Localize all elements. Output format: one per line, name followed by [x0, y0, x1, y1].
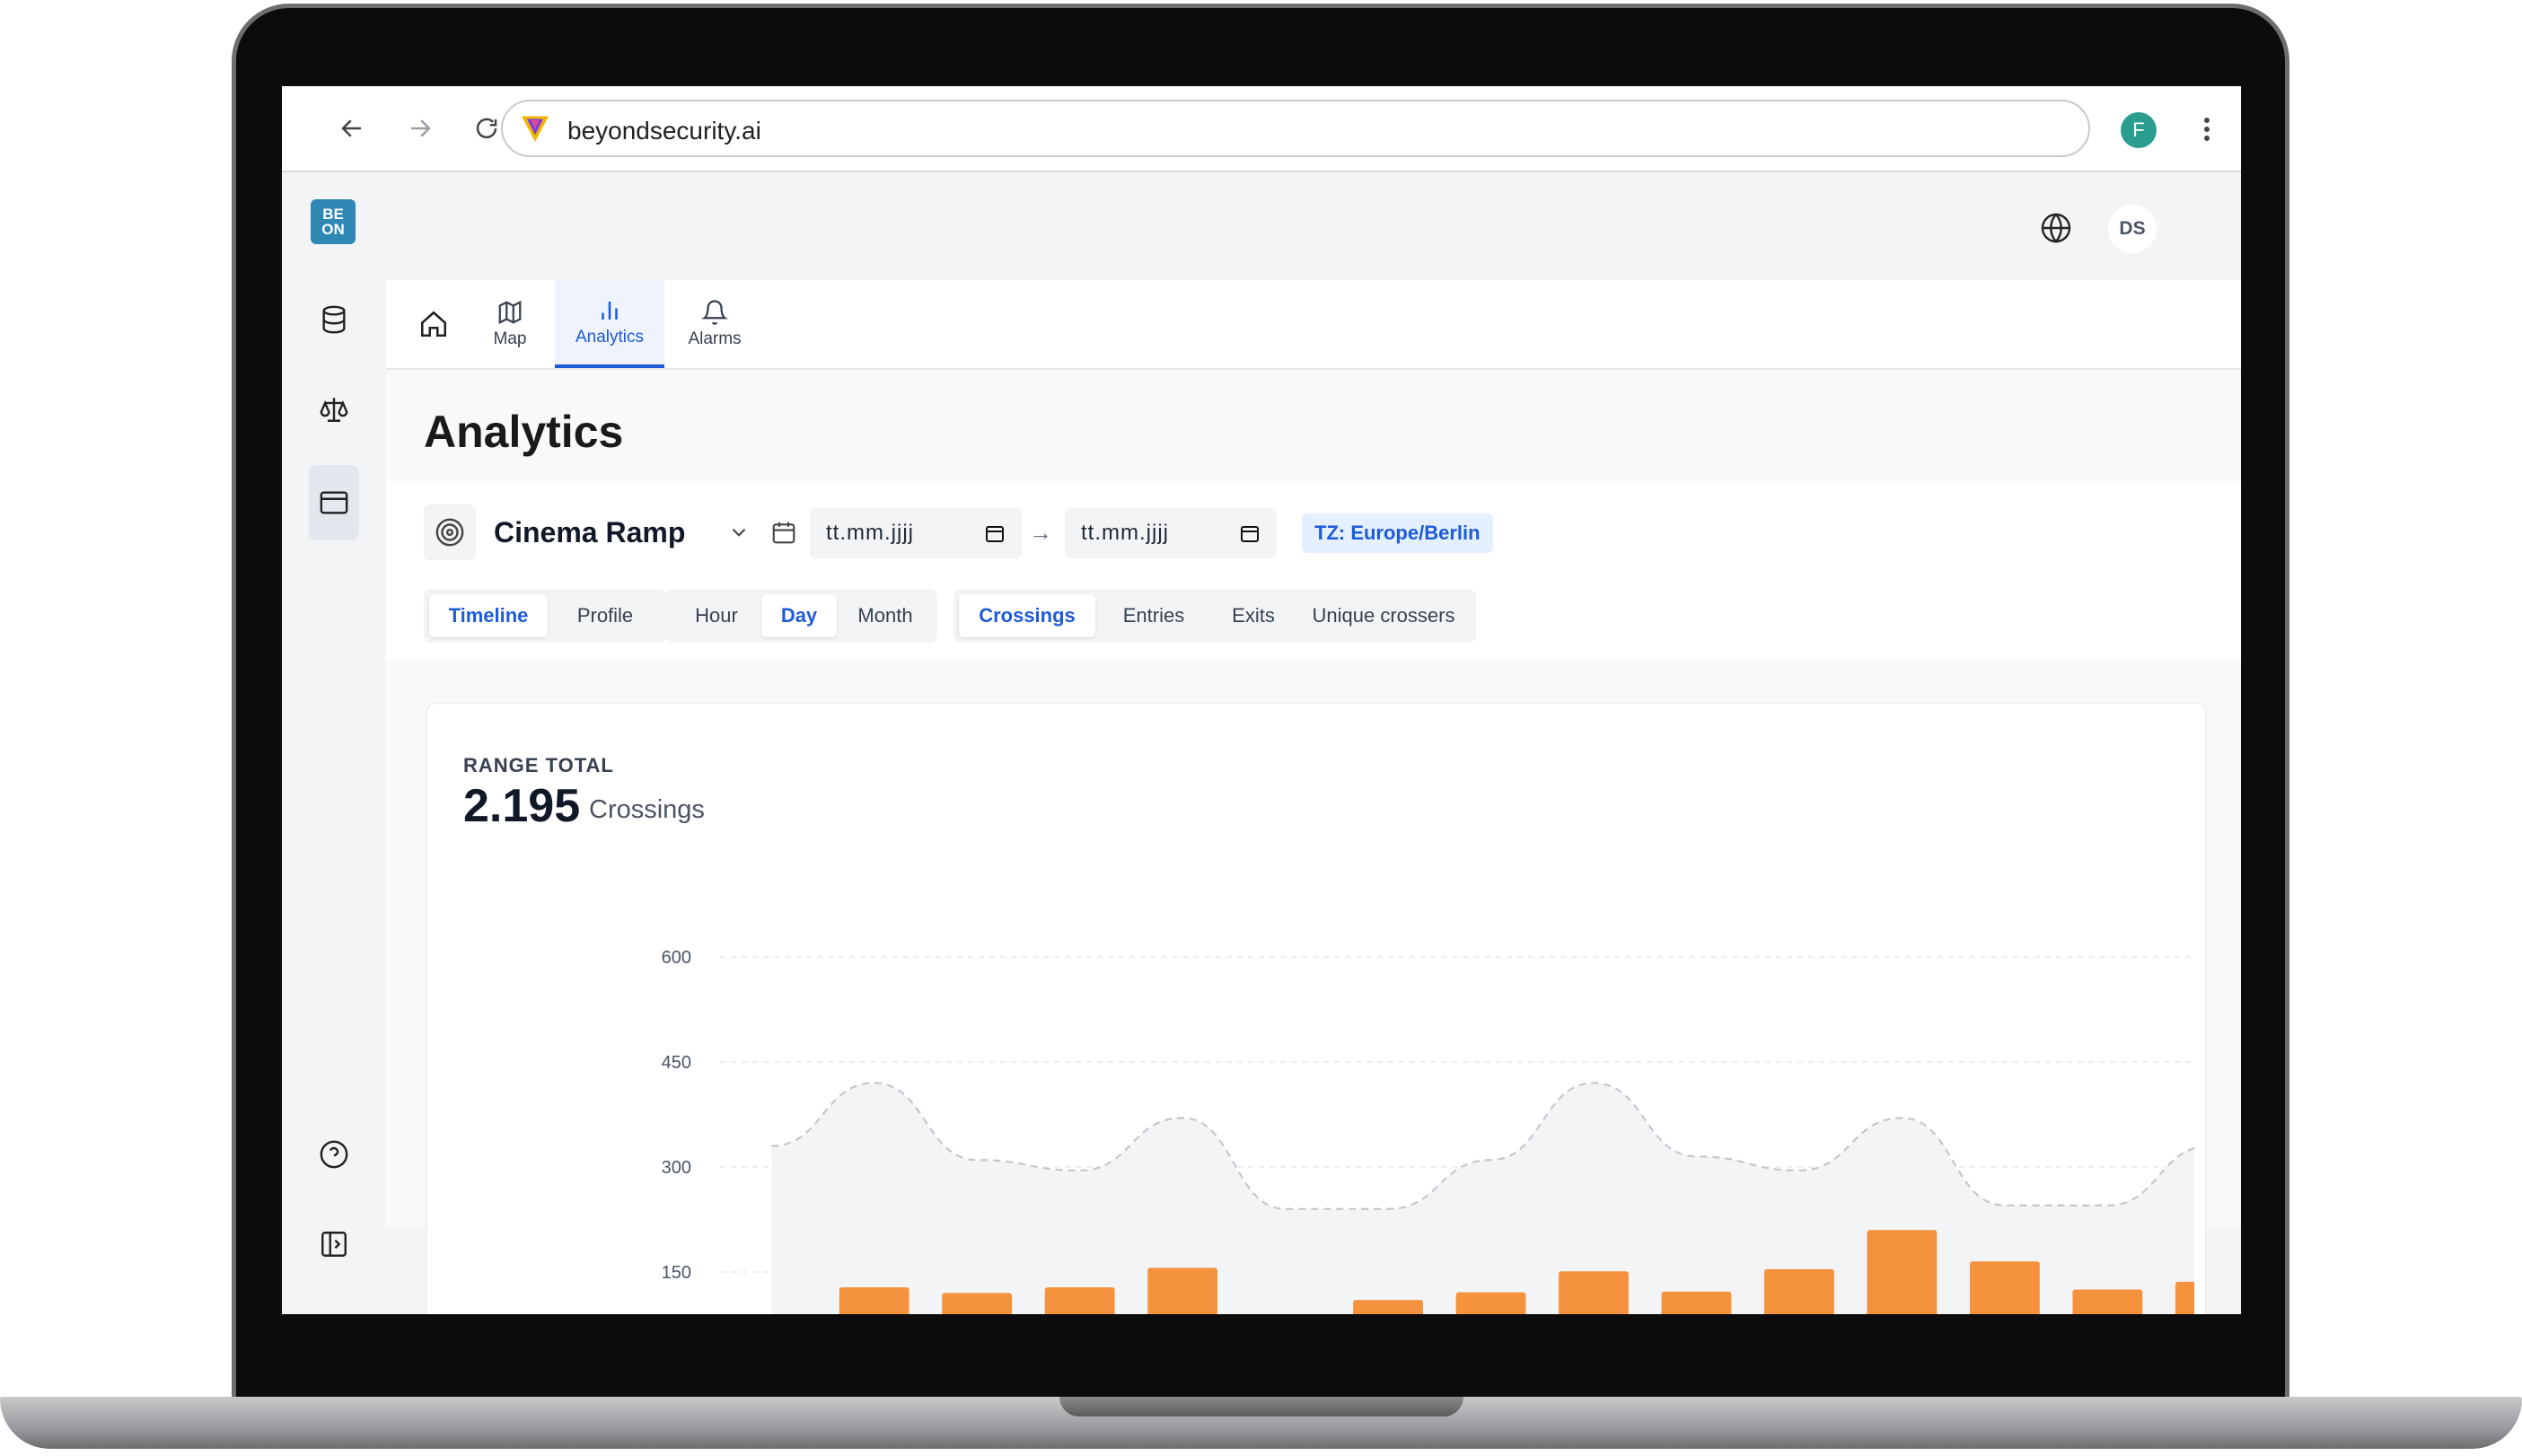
tab-analytics-label: Analytics [575, 328, 645, 346]
bar [1764, 1268, 1834, 1314]
bar [1867, 1230, 1938, 1314]
tab-map[interactable]: Map [474, 280, 546, 368]
tab-alarms-label: Alarms [688, 329, 742, 348]
y-tick-label: 150 [662, 1263, 691, 1283]
date-range-arrow: → [1029, 519, 1052, 546]
site-selector[interactable]: Cinema Ramp [424, 504, 767, 560]
arrow-left-icon [341, 119, 361, 137]
tab-map-label: Map [493, 329, 527, 348]
date-to-input[interactable]: tt.mm.jjjj [1065, 508, 1277, 558]
bar [1147, 1267, 1218, 1314]
bar [2175, 1281, 2194, 1314]
user-avatar[interactable]: DS [2108, 205, 2157, 253]
metric-entries[interactable]: Entries [1099, 594, 1208, 637]
tab-analytics[interactable]: Analytics [555, 280, 664, 368]
tab-bar: Map Analytics Alarms [386, 280, 2241, 370]
browser-toolbar: beyondsecurity.ai F [282, 86, 2241, 172]
date-from-input[interactable]: tt.mm.jjjj [810, 508, 1022, 558]
screen: beyondsecurity.ai F BE ON DS Map Analyti… [282, 86, 2241, 1314]
bar [839, 1287, 910, 1314]
bar [1559, 1271, 1629, 1314]
bar [1661, 1291, 1732, 1314]
arrow-right-icon [411, 119, 431, 137]
calendar-icon [772, 522, 795, 544]
database-icon [322, 305, 346, 334]
logo-text-top: BE [322, 206, 344, 223]
granularity-toggle: Hour Day Month [666, 589, 937, 643]
granularity-hour[interactable]: Hour [673, 594, 760, 637]
sidebar-item-dashboard[interactable] [309, 465, 359, 540]
address-bar[interactable]: beyondsecurity.ai [501, 100, 2090, 157]
bar [1044, 1287, 1115, 1314]
chevron-down-icon [732, 528, 746, 537]
sidebar-toggle-icon [321, 1232, 347, 1257]
site-favicon-icon [522, 116, 549, 142]
bell-icon [701, 300, 728, 325]
app-logo[interactable]: BE ON [311, 199, 356, 244]
crossings-bar-chart: 01503004506002026-06-08T22:00:00+00:0020… [662, 948, 2194, 1314]
y-tick-label: 300 [662, 1158, 691, 1178]
back-button[interactable] [330, 107, 373, 150]
range-total-label: RANGE TOTAL [463, 754, 614, 776]
language-button[interactable] [2036, 208, 2076, 248]
view-toggle: Timeline Profile [424, 589, 666, 643]
reload-icon [476, 118, 497, 139]
target-icon [435, 518, 464, 547]
target-icon-wrap [424, 504, 476, 560]
tab-home[interactable] [408, 280, 460, 368]
sidebar-collapse-button[interactable] [309, 1219, 359, 1269]
sidebar-item-help[interactable] [309, 1129, 359, 1180]
bar [1969, 1261, 2040, 1314]
browser-window-icon [320, 491, 348, 514]
granularity-day[interactable]: Day [761, 594, 837, 637]
bar-chart-icon [602, 302, 618, 320]
y-tick-label: 600 [662, 948, 691, 968]
granularity-month[interactable]: Month [839, 594, 932, 637]
date-to-value: tt.mm.jjjj [1081, 521, 1169, 545]
y-tick-label: 450 [662, 1053, 691, 1073]
calendar-picker-icon[interactable] [1239, 522, 1261, 544]
range-total-unit: Crossings [589, 795, 705, 824]
metric-toggle: Crossings Entries Exits Unique crossers [953, 589, 1476, 643]
range-total-value: 2.195 [463, 780, 581, 832]
map-icon [498, 300, 522, 325]
metric-crossings[interactable]: Crossings [959, 594, 1095, 637]
logo-text-bottom: ON [321, 221, 345, 238]
view-profile[interactable]: Profile [549, 594, 661, 637]
browser-profile-avatar[interactable]: F [2121, 112, 2157, 148]
sidebar-item-data[interactable] [309, 294, 359, 345]
metric-exits[interactable]: Exits [1210, 594, 1296, 637]
help-circle-icon [320, 1140, 348, 1169]
home-icon [420, 311, 447, 338]
forward-button[interactable] [399, 107, 442, 150]
page-title: Analytics [424, 407, 624, 457]
laptop-notch [1059, 1397, 1463, 1417]
bar [942, 1293, 1013, 1314]
bar [1455, 1292, 1526, 1314]
bar [1353, 1300, 1423, 1314]
calendar-picker-icon[interactable] [984, 522, 1006, 544]
date-from-value: tt.mm.jjjj [826, 521, 914, 545]
scale-icon [320, 398, 348, 422]
timezone-badge: TZ: Europe/Berlin [1302, 513, 1493, 553]
more-vertical-icon [2204, 118, 2210, 141]
browser-menu-button[interactable] [2189, 108, 2225, 151]
url-text: beyondsecurity.ai [567, 117, 761, 145]
metric-unique-crossers[interactable]: Unique crossers [1298, 594, 1469, 637]
view-timeline[interactable]: Timeline [429, 594, 548, 637]
site-name: Cinema Ramp [494, 516, 686, 548]
tab-alarms[interactable]: Alarms [672, 280, 758, 368]
globe-icon [2041, 213, 2071, 243]
sidebar-item-compliance[interactable] [309, 384, 359, 434]
bar [2072, 1289, 2143, 1314]
